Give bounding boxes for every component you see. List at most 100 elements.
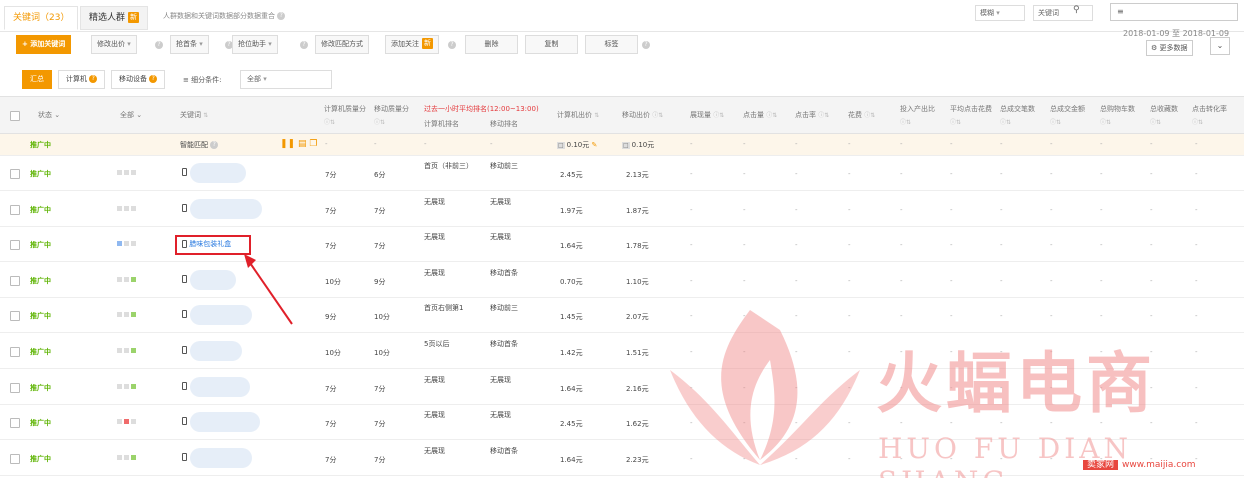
delete-button[interactable]: 删除 [465, 35, 518, 54]
header-avg-cpc[interactable]: 平均点击花费 ⓘ⇅ [950, 103, 996, 129]
row-checkbox[interactable] [10, 169, 20, 179]
smart-match-mobile-bid[interactable]: □ 0.10元 [622, 140, 654, 150]
pc-bid[interactable]: 1.64元 [560, 241, 583, 251]
rank-helper-dropdown[interactable]: 抢位助手 [232, 35, 278, 54]
search-icon[interactable]: ⚲ [1073, 5, 1080, 15]
mobile-bid[interactable]: 1.51元 [626, 348, 649, 358]
header-cart[interactable]: 总购物车数 ⓘ⇅ [1100, 103, 1146, 129]
keyword-cell[interactable] [182, 346, 187, 354]
mobile-bid[interactable]: 2.16元 [626, 384, 649, 394]
copy-icon[interactable]: ❐ [309, 139, 317, 149]
mobile-bid[interactable]: 1.62元 [626, 419, 649, 429]
modify-match-button[interactable]: 修改匹配方式 [315, 35, 369, 54]
segment-computer[interactable]: 计算机 ? [58, 70, 106, 89]
select-all-checkbox[interactable] [10, 111, 20, 121]
header-status[interactable]: 状态 ⌄ [38, 109, 60, 122]
more-data-button[interactable]: ⚙ 更多数据 [1146, 40, 1193, 56]
row-checkbox[interactable] [10, 204, 20, 215]
header-cvr[interactable]: 点击转化率 ⓘ⇅ [1192, 103, 1238, 129]
segment-mobile[interactable]: 移动设备 ? [111, 70, 166, 89]
header-deal-count[interactable]: 总成交笔数 ⓘ⇅ [1000, 103, 1046, 129]
header-cost[interactable]: 花费 ⓘ⇅ [848, 109, 875, 122]
row-checkbox[interactable] [10, 347, 20, 357]
pc-bid[interactable]: 1.64元 [560, 455, 583, 465]
chevron-down-icon[interactable]: ⌄ [1210, 37, 1230, 55]
header-ctr[interactable]: 点击率 ⓘ⇅ [795, 109, 829, 122]
add-keyword-button[interactable]: + 添加关键词 [16, 35, 72, 54]
table-row[interactable]: 推广中 10分 9分 无展现 移动首条 0.70元 1.10元 - - - - - - - - - - - [0, 262, 1244, 298]
edit-icon[interactable]: ✎ [592, 141, 598, 149]
smart-match-pc-bid[interactable]: □ 0.10元 ✎ [557, 140, 597, 150]
info-icon[interactable]: ? [277, 12, 286, 20]
row-checkbox[interactable] [10, 453, 20, 464]
header-deal-amount[interactable]: 总成交金额 ⓘ⇅ [1050, 103, 1096, 129]
label-button[interactable]: 标签 [585, 35, 638, 54]
site-badge[interactable]: 卖家网 www.maijia.com [1083, 456, 1200, 474]
header-cost-label: 花费 [848, 111, 862, 119]
keyword-cell[interactable] [182, 417, 187, 426]
info-icon[interactable]: ? [300, 41, 308, 49]
header-pc-quality[interactable]: 计算机质量分 ⓘ⇅ [324, 103, 370, 129]
condition-select[interactable]: 全部 [240, 70, 332, 89]
table-row[interactable]: 推广中 9分 10分 首页右侧第1 移动前三 1.45元 2.07元 - - - - - - - - - - - [0, 298, 1244, 334]
right-search-box[interactable]: ≡ [1110, 3, 1238, 21]
keyword-cell[interactable] [182, 310, 187, 319]
header-mobile-bid[interactable]: 移动出价 ⓘ⇅ [622, 109, 663, 122]
keyword-cell[interactable] [182, 381, 187, 390]
mobile-bid[interactable]: 1.87元 [626, 206, 649, 216]
header-impressions[interactable]: 展现量 ⓘ⇅ [690, 109, 724, 122]
row-checkbox[interactable] [10, 240, 20, 251]
table-row[interactable]: 推广中 7分 6分 首页（非前三） 移动前三 2.45元 2.13元 - - - - - - - - - - - [0, 156, 1244, 191]
chart-icon[interactable]: ▤ [298, 139, 307, 149]
header-pc-bid[interactable]: 计算机出价 ⇅ [557, 109, 599, 122]
tab-keywords[interactable]: 关键词（23） [4, 6, 79, 30]
row-checkbox[interactable] [10, 418, 20, 429]
keyword-cell[interactable] [182, 203, 187, 212]
mobile-bid[interactable]: 1.10元 [626, 277, 649, 287]
keyword-cell[interactable] [182, 274, 187, 283]
dash-value: - [848, 140, 851, 148]
modify-bid-dropdown[interactable]: 修改出价 [91, 35, 137, 54]
pc-bid[interactable]: 1.64元 [560, 384, 583, 394]
mobile-bid[interactable]: 2.07元 [626, 312, 649, 322]
pc-bid[interactable]: 0.70元 [560, 277, 583, 287]
dash-value: - [795, 383, 798, 392]
keyword-search-input[interactable]: 关键词 [1033, 5, 1093, 21]
row-checkbox[interactable] [10, 382, 20, 393]
table-row[interactable]: 推广中 7分 7分 无展现 无展现 1.97元 1.87元 - - - - - - - - - - - [0, 191, 1244, 227]
pc-bid[interactable]: 1.97元 [560, 206, 583, 216]
row-checkbox[interactable] [10, 311, 20, 322]
tab-crowd[interactable]: 精选人群新 [80, 6, 149, 30]
keyword-cell[interactable] [182, 168, 187, 176]
redacted-keyword [190, 447, 252, 468]
mobile-bid[interactable]: 2.13元 [626, 170, 649, 180]
header-mobile-quality[interactable]: 移动质量分 ⓘ⇅ [374, 103, 416, 129]
header-keyword[interactable]: 关键词 ⇅ [180, 109, 208, 122]
info-icon[interactable]: ? [210, 141, 219, 149]
redacted-keyword [190, 376, 250, 397]
copy-button[interactable]: 复制 [525, 35, 578, 54]
header-all[interactable]: 全部 ⌄ [120, 109, 142, 122]
pc-quality-score: 10分 [325, 349, 341, 357]
info-icon[interactable]: ? [448, 41, 456, 49]
pc-quality-score: 7分 [325, 242, 337, 251]
add-focus-button[interactable]: 添加关注新 [385, 35, 439, 54]
pc-bid[interactable]: 2.45元 [560, 170, 583, 180]
mobile-bid[interactable]: 1.78元 [626, 241, 649, 251]
dash-value: - [1195, 241, 1198, 250]
grab-rank-dropdown[interactable]: 抢首条 [170, 35, 209, 54]
info-icon[interactable]: ? [642, 41, 650, 49]
pc-bid[interactable]: 1.45元 [560, 312, 583, 322]
header-fav[interactable]: 总收藏数 ⓘ⇅ [1150, 103, 1190, 129]
pc-bid[interactable]: 1.42元 [560, 348, 583, 358]
keyword-cell[interactable] [182, 452, 187, 461]
row-checkbox[interactable] [10, 275, 20, 286]
info-icon[interactable]: ? [155, 41, 163, 49]
mobile-bid[interactable]: 2.23元 [626, 455, 649, 465]
smart-match-actions[interactable]: ❚❚ ▤ ❐ [280, 139, 317, 149]
pc-bid[interactable]: 2.45元 [560, 419, 583, 429]
header-roi[interactable]: 投入产出比 ⓘ⇅ [900, 103, 946, 129]
header-clicks[interactable]: 点击量 ⓘ⇅ [743, 109, 777, 122]
segment-summary[interactable]: 汇总 [22, 70, 52, 89]
match-type-select[interactable]: 模糊 [975, 5, 1025, 21]
